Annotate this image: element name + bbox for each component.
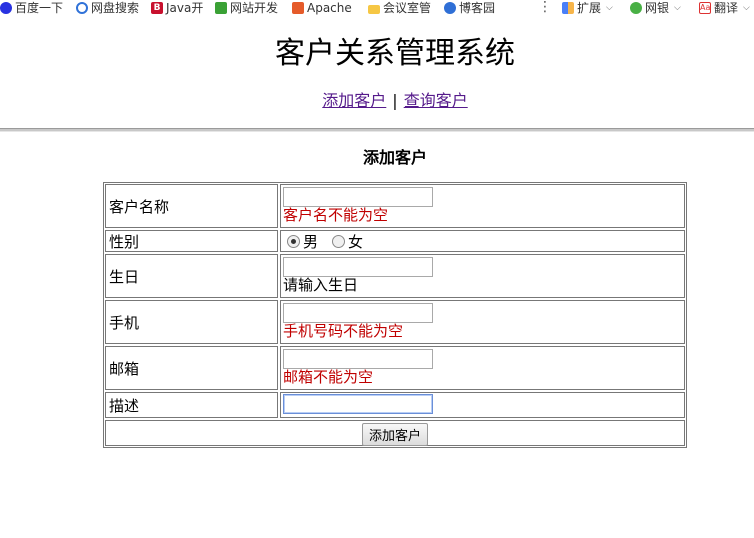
baidu-icon bbox=[0, 2, 12, 14]
description-label: 描述 bbox=[105, 392, 278, 418]
page-title: 客户关系管理系统 bbox=[275, 36, 515, 71]
bookmark-apache[interactable]: Apache bbox=[292, 0, 352, 16]
gender-cell: 男 女 bbox=[280, 230, 685, 252]
form-row-submit: 添加客户 bbox=[105, 420, 685, 446]
bookmark-web-dev[interactable]: 网站开发 bbox=[215, 0, 278, 16]
form-row-name: 客户名称 客户名不能为空 bbox=[105, 184, 685, 228]
birthday-hint-text: 请输入生日 bbox=[283, 276, 359, 294]
gender-female-label: 女 bbox=[348, 232, 364, 251]
web-dev-icon bbox=[215, 2, 227, 14]
blog-icon bbox=[444, 2, 456, 14]
email-cell: 邮箱不能为空 bbox=[280, 346, 685, 390]
birthday-input[interactable] bbox=[283, 257, 433, 277]
bookmark-label: Apache bbox=[307, 1, 352, 15]
nav-separator: | bbox=[392, 91, 398, 110]
main-nav: 添加客户 | 查询客户 bbox=[0, 87, 754, 111]
extension-icon bbox=[562, 2, 574, 14]
bookmarks-bar: 百度一下 网盘搜索 B Java开 网站开发 Apache 会议室管 博客园 ⋮… bbox=[0, 0, 754, 16]
chevron-down-icon: ⌵ bbox=[674, 3, 681, 13]
bookmark-online-bank[interactable]: 网银 ⌵ bbox=[630, 0, 681, 16]
bookmark-java[interactable]: B Java开 bbox=[151, 0, 203, 16]
apache-icon bbox=[292, 2, 304, 14]
form-row-description: 描述 bbox=[105, 392, 685, 418]
nav-add-customer-link[interactable]: 添加客户 bbox=[322, 91, 386, 110]
submit-cell: 添加客户 bbox=[105, 420, 685, 446]
description-input[interactable] bbox=[283, 394, 433, 414]
bookmark-label: Java开 bbox=[166, 1, 204, 15]
add-customer-button[interactable]: 添加客户 bbox=[361, 423, 428, 446]
phone-label: 手机 bbox=[105, 300, 278, 344]
form-row-email: 邮箱 邮箱不能为空 bbox=[105, 346, 685, 390]
birthday-label: 生日 bbox=[105, 254, 278, 298]
bookmark-extensions[interactable]: 扩展 ⌵ bbox=[562, 0, 613, 16]
form-row-phone: 手机 手机号码不能为空 bbox=[105, 300, 685, 344]
more-bookmarks-icon[interactable]: ⋮ bbox=[538, 0, 552, 15]
header-divider bbox=[0, 128, 754, 132]
birthday-cell: 请输入生日 bbox=[280, 254, 685, 298]
bookmark-label: 扩展 bbox=[577, 1, 602, 15]
bookmark-label: 博客园 bbox=[459, 1, 496, 15]
bookmark-label: 网站开发 bbox=[230, 1, 279, 15]
form-row-gender: 性别 男 女 bbox=[105, 230, 685, 252]
gender-label: 性别 bbox=[105, 230, 278, 252]
description-cell bbox=[280, 392, 685, 418]
gender-male-radio[interactable] bbox=[287, 234, 300, 248]
name-cell: 客户名不能为空 bbox=[280, 184, 685, 228]
gender-female-radio[interactable] bbox=[332, 234, 346, 248]
phone-input[interactable] bbox=[283, 303, 433, 323]
email-error-text: 邮箱不能为空 bbox=[283, 368, 374, 386]
nav-query-customer-link[interactable]: 查询客户 bbox=[404, 91, 468, 110]
email-label: 邮箱 bbox=[105, 346, 278, 390]
phone-cell: 手机号码不能为空 bbox=[280, 300, 685, 344]
translate-icon: Aa bbox=[699, 2, 711, 14]
form-row-birthday: 生日 请输入生日 bbox=[105, 254, 685, 298]
bookmark-translate[interactable]: Aa 翻译 ⌵ bbox=[699, 0, 750, 16]
bookmark-label: 会议室管 bbox=[383, 1, 432, 15]
chevron-down-icon: ⌵ bbox=[743, 3, 750, 13]
bookmark-baidu[interactable]: 百度一下 bbox=[0, 0, 63, 16]
bookmark-label: 网银 bbox=[645, 1, 670, 15]
form-title: 添加客户 bbox=[362, 148, 427, 167]
bookmark-netdisk-search[interactable]: 网盘搜索 bbox=[76, 0, 139, 16]
customer-name-input[interactable] bbox=[283, 187, 433, 207]
add-customer-form: 客户名称 客户名不能为空 性别 男 女 生日 请输入生日 手机 手机号码不能为空… bbox=[103, 182, 687, 448]
email-input[interactable] bbox=[283, 349, 433, 369]
name-label: 客户名称 bbox=[105, 184, 278, 228]
phone-error-text: 手机号码不能为空 bbox=[283, 322, 404, 340]
netdisk-search-icon bbox=[76, 2, 88, 14]
b-logo-icon: B bbox=[151, 2, 163, 14]
bookmark-meeting-room[interactable]: 会议室管 bbox=[368, 0, 431, 16]
bookmark-cnblogs[interactable]: 博客园 bbox=[444, 0, 495, 16]
bookmark-label: 翻译 bbox=[714, 1, 739, 15]
bookmark-label: 网盘搜索 bbox=[91, 1, 140, 15]
chevron-down-icon: ⌵ bbox=[606, 3, 613, 13]
bookmark-label: 百度一下 bbox=[15, 1, 64, 15]
folder-icon bbox=[368, 4, 380, 14]
bank-icon bbox=[630, 2, 642, 14]
gender-male-label: 男 bbox=[303, 232, 319, 251]
name-error-text: 客户名不能为空 bbox=[283, 206, 389, 224]
